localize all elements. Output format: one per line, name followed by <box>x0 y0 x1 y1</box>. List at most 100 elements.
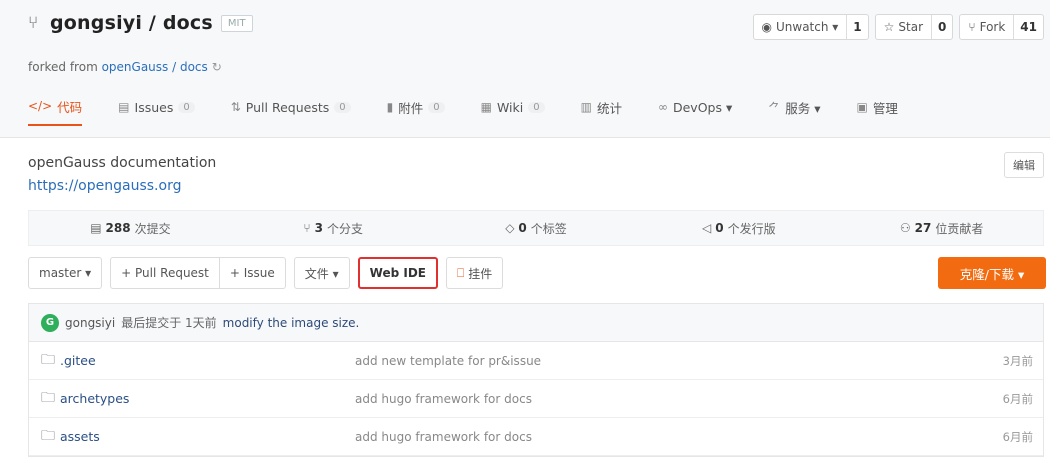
tab-devops[interactable]: ∞ DevOps ▾ <box>658 88 732 126</box>
edit-button[interactable]: 编辑 <box>1004 152 1044 178</box>
branches-stat[interactable]: ⑂ 3 个分支 <box>232 211 435 245</box>
fork-count[interactable]: 41 <box>1014 15 1043 39</box>
repo-toolbar: master ▾ + Pull Request + Issue 文件 ▾ Web… <box>28 257 504 289</box>
tab-service[interactable]: ⺈ 服务 ▾ <box>768 88 820 126</box>
tab-label: Pull Requests <box>245 99 330 115</box>
contributors-icon: ⚇ <box>899 221 911 235</box>
repo-header: ⑂ gongsiyi / docs MIT ◉ Unwatch ▾ 1 ☆ Star… <box>0 0 1050 138</box>
stat-label: 次提交 <box>134 221 171 236</box>
watch-button[interactable]: ◉ Unwatch ▾ 1 <box>752 14 869 40</box>
stats-icon: ▥ <box>580 100 592 114</box>
fork-icon: ⑂ <box>28 13 39 33</box>
file-commit-message[interactable]: add hugo framework for docs <box>355 430 973 444</box>
fork-button[interactable]: ⑂ Fork 41 <box>959 14 1044 40</box>
tab-issues[interactable]: ▤ Issues 0 <box>118 88 195 126</box>
latest-commit: G gongsiyi 最后提交于 1天前 modify the image si… <box>29 304 1043 342</box>
tab-pull-requests[interactable]: ⇅ Pull Requests 0 <box>231 88 351 126</box>
tab-badge: 0 <box>428 101 445 113</box>
eye-icon: ◉ <box>761 20 772 34</box>
tab-badge: 0 <box>334 101 351 113</box>
repo-description: openGauss documentation <box>28 155 217 171</box>
folder-icon: 🗀 <box>41 351 55 368</box>
forked-source-link[interactable]: openGauss / docs <box>102 60 208 74</box>
file-commit-message[interactable]: add new template for pr&issue <box>355 354 973 368</box>
repo-title-row: ⑂ gongsiyi / docs MIT <box>28 12 253 34</box>
tab-label: 服务 ▾ <box>785 100 821 116</box>
stat-label: 个发行版 <box>727 221 776 236</box>
stat-number: 3 <box>314 221 323 235</box>
attachment-icon: ▮ <box>386 100 394 114</box>
commit-message[interactable]: modify the image size. <box>223 316 360 330</box>
stat-label: 个分支 <box>326 221 363 236</box>
list-item[interactable]: 🗀 assets add hugo framework for docs 6月前 <box>29 418 1043 456</box>
file-list: G gongsiyi 最后提交于 1天前 modify the image si… <box>28 303 1044 457</box>
commit-meta: 最后提交于 1天前 <box>121 316 217 330</box>
tab-wiki[interactable]: ▦ Wiki 0 <box>481 88 545 126</box>
bookmark-icon: ⎕ <box>456 265 465 280</box>
watch-label: Unwatch ▾ <box>775 20 839 34</box>
widget-label: 挂件 <box>468 266 493 281</box>
repo-nav: </> 代码 ▤ Issues 0 ⇅ Pull Requests 0 ▮ 附件… <box>28 88 934 126</box>
pull-request-icon: ⇅ <box>230 100 241 114</box>
tab-label: 附件 <box>398 100 424 116</box>
fork-icon: ⑂ <box>968 20 976 34</box>
folder-icon: 🗀 <box>41 389 55 406</box>
widget-button[interactable]: ⎕ 挂件 <box>445 257 504 289</box>
license-badge[interactable]: MIT <box>220 14 253 32</box>
web-ide-button[interactable]: Web IDE <box>357 257 438 289</box>
star-button[interactable]: ☆ Star 0 <box>874 14 954 40</box>
homepage-link[interactable]: https://opengauss.org <box>28 178 181 194</box>
file-name[interactable]: .gitee <box>60 353 96 368</box>
tab-badge: 0 <box>178 101 195 113</box>
file-name[interactable]: assets <box>60 429 100 444</box>
file-time: 6月前 <box>1002 429 1033 444</box>
stat-label: 个标签 <box>530 221 567 236</box>
folder-icon: 🗀 <box>41 427 55 444</box>
stat-number: 27 <box>914 221 932 235</box>
sync-icon[interactable]: ↻ <box>212 60 222 74</box>
star-count[interactable]: 0 <box>932 15 952 39</box>
stat-number: 0 <box>518 221 527 235</box>
pull-request-button[interactable]: + Pull Request <box>111 258 219 288</box>
manage-icon: ▣ <box>856 100 868 114</box>
forked-from: forked from openGauss / docs ↻ <box>28 60 222 74</box>
stat-number: 288 <box>105 221 131 235</box>
clone-download-button[interactable]: 克隆/下载 ▾ <box>938 257 1046 289</box>
file-time: 6月前 <box>1002 391 1033 406</box>
tab-stats[interactable]: ▥ 统计 <box>581 88 622 126</box>
release-icon: ◁ <box>701 221 712 235</box>
list-item[interactable]: 🗀 .gitee add new template for pr&issue 3月… <box>29 342 1043 380</box>
commit-icon: ▤ <box>90 221 102 235</box>
commits-stat[interactable]: ▤ 288 次提交 <box>29 211 232 245</box>
tag-icon: ◇ <box>505 221 515 235</box>
stat-number: 0 <box>715 221 724 235</box>
branch-select[interactable]: master ▾ <box>28 257 103 289</box>
tab-attachments[interactable]: ▮ 附件 0 <box>387 88 445 126</box>
watch-count[interactable]: 1 <box>847 15 867 39</box>
repo-actions: ◉ Unwatch ▾ 1 ☆ Star 0 ⑂ Fork 41 <box>752 14 1044 40</box>
tags-stat[interactable]: ◇ 0 个标签 <box>435 211 638 245</box>
commit-author[interactable]: gongsiyi <box>65 316 115 330</box>
devops-icon: ∞ <box>657 100 668 114</box>
tab-code[interactable]: </> 代码 <box>28 88 83 126</box>
star-icon: ☆ <box>883 20 895 34</box>
file-name[interactable]: archetypes <box>60 391 129 406</box>
tab-badge: 0 <box>528 101 545 113</box>
issue-button[interactable]: + Issue <box>218 258 285 288</box>
repo-stats: ▤ 288 次提交 ⑂ 3 个分支 ◇ 0 个标签 ◁ 0 个发行版 ⚇ 27 … <box>28 210 1044 246</box>
file-time: 3月前 <box>1002 353 1033 368</box>
star-label: Star <box>898 20 924 34</box>
branch-icon: ⑂ <box>303 221 311 235</box>
tab-manage[interactable]: ▣ 管理 <box>857 88 898 126</box>
file-menu-button[interactable]: 文件 ▾ <box>293 257 350 289</box>
contributors-stat[interactable]: ⚇ 27 位贡献者 <box>840 211 1043 245</box>
forked-prefix: forked from <box>28 60 102 74</box>
wiki-icon: ▦ <box>480 100 492 114</box>
list-item[interactable]: 🗀 archetypes add hugo framework for docs … <box>29 380 1043 418</box>
avatar[interactable]: G <box>41 313 59 332</box>
repo-title[interactable]: gongsiyi / docs <box>50 12 213 34</box>
file-commit-message[interactable]: add hugo framework for docs <box>355 392 973 406</box>
create-group: + Pull Request + Issue <box>110 257 286 289</box>
releases-stat[interactable]: ◁ 0 个发行版 <box>637 211 840 245</box>
service-icon: ⺈ <box>768 100 781 115</box>
